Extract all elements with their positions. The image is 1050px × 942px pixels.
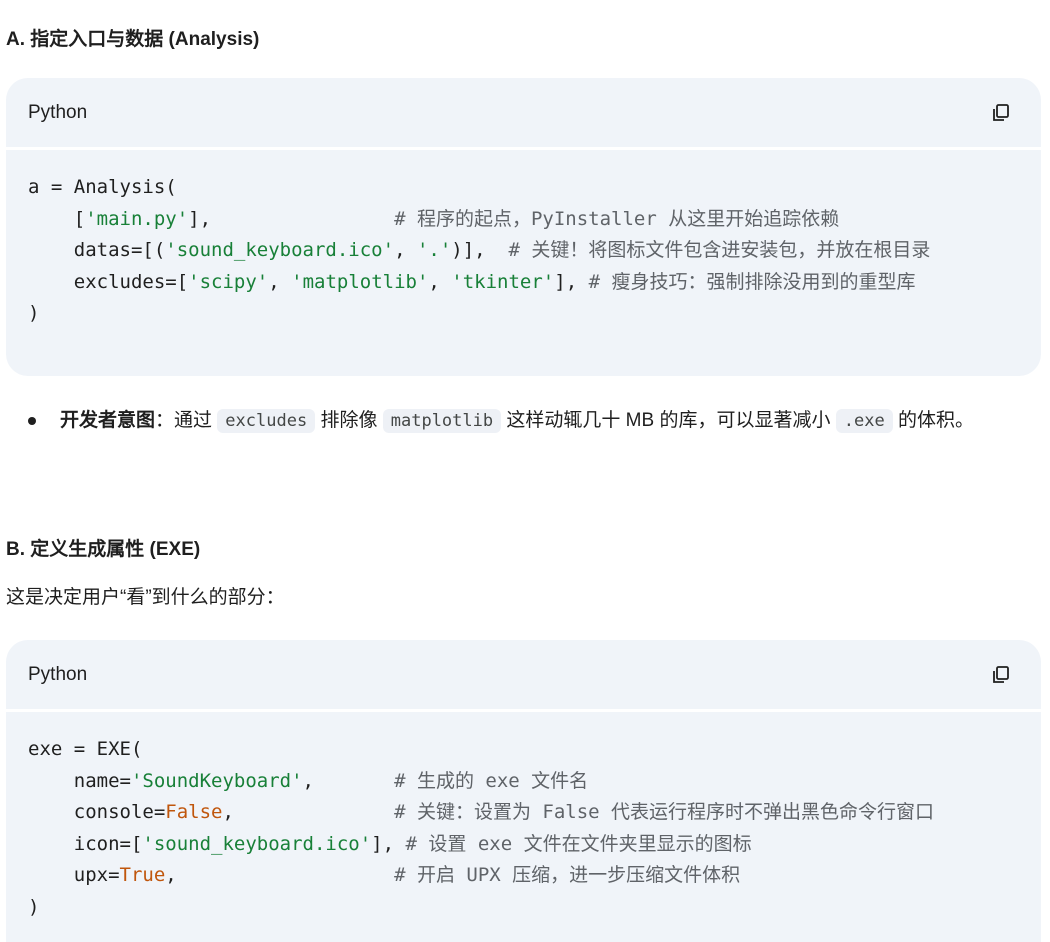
code-language-label: Python — [28, 663, 88, 685]
code-token: ) — [28, 895, 40, 918]
code-token: # 瘦身技巧：强制排除没用到的重型库 — [588, 270, 916, 293]
code-token: # 关键：设置为 False 代表运行程序时不弹出黑色命令行窗口 — [394, 801, 935, 823]
code-block-header: Python — [6, 78, 1041, 150]
code-token: # 设置 exe 文件在文件夹里显示的图标 — [405, 832, 752, 855]
code-token: # 关键！将图标文件包含进安装包，并放在根目录 — [508, 239, 931, 261]
code-token: '.' — [416, 239, 452, 261]
code-token: # 程序的起点，PyInstaller 从这里开始追踪依赖 — [394, 207, 840, 230]
code-token: , — [302, 769, 395, 792]
section-b-heading: B. 定义生成属性 (EXE) — [6, 539, 201, 560]
code-token: , — [268, 270, 292, 293]
bullet-text: 开发者意图：通过 excludes 排除像 matplotlib 这样动辄几十 … — [60, 400, 1028, 442]
code-token: , — [394, 239, 417, 261]
code-token: exe = EXE( — [28, 738, 143, 760]
code-token: True — [119, 864, 166, 886]
code-token: 'matplotlib' — [291, 270, 429, 293]
code-token: [ — [28, 207, 86, 230]
code-language-label: Python — [28, 101, 88, 123]
bullet-text-part: 排除像 — [315, 410, 383, 431]
code-body: exe = EXE( name='SoundKeyboard', # 生成的 e… — [6, 712, 1041, 923]
code-token: datas=[( — [28, 239, 166, 261]
code-token: console= — [28, 801, 166, 823]
code-block-exe: Python exe = EXE( name='SoundKeyboard', … — [6, 640, 1041, 942]
copy-button[interactable] — [989, 663, 1013, 687]
code-content[interactable]: exe = EXE( name='SoundKeyboard', # 生成的 e… — [28, 734, 1019, 923]
code-token: ], — [554, 270, 589, 293]
code-body: a = Analysis( ['main.py'], # 程序的起点，PyIns… — [6, 150, 1041, 330]
code-token: 'main.py' — [85, 207, 189, 230]
code-token: 'tkinter' — [451, 270, 555, 293]
inline-code-exe: .exe — [835, 409, 893, 433]
inline-code-matplotlib: matplotlib — [382, 409, 502, 433]
code-token: , — [428, 270, 452, 293]
bullet-text-part: ：通过 — [155, 410, 218, 431]
code-token: name= — [28, 769, 131, 792]
code-token: icon=[ — [28, 832, 143, 855]
code-token: 'sound_keyboard.ico' — [142, 832, 372, 855]
bullet-text-part: 这样动辄几十 MB 的库，可以显著减小 — [501, 410, 836, 431]
code-token: ], — [371, 832, 406, 855]
code-token: , — [165, 864, 395, 886]
bullet-dot — [28, 417, 36, 425]
code-token: 'SoundKeyboard' — [130, 769, 303, 792]
code-token: ], — [188, 207, 395, 230]
section-a-heading: A. 指定入口与数据 (Analysis) — [6, 29, 260, 50]
code-token: upx= — [28, 864, 120, 886]
code-block-header: Python — [6, 640, 1041, 712]
code-token: , — [222, 801, 395, 823]
copy-icon — [993, 103, 1009, 121]
list-item: 开发者意图：通过 excludes 排除像 matplotlib 这样动辄几十 … — [28, 400, 1028, 442]
code-token: 'scipy' — [188, 270, 269, 293]
bullet-bold-label: 开发者意图 — [60, 410, 156, 431]
code-token: # 生成的 exe 文件名 — [394, 769, 589, 792]
code-token: False — [165, 801, 223, 823]
code-token: excludes=[ — [28, 270, 189, 293]
code-token: 'sound_keyboard.ico' — [165, 239, 395, 261]
copy-icon — [993, 665, 1009, 683]
inline-code-excludes: excludes — [217, 409, 316, 433]
code-block-analysis: Python a = Analysis( ['main.py'], # 程序的起… — [6, 78, 1041, 376]
bullet-text-part: 的体积。 — [892, 410, 974, 431]
code-token: ) — [28, 302, 40, 324]
code-token: a = Analysis( — [28, 176, 177, 198]
section-b-intro: 这是决定用户“看”到什么的部分： — [6, 587, 285, 608]
code-content[interactable]: a = Analysis( ['main.py'], # 程序的起点，PyIns… — [28, 172, 1019, 330]
copy-button[interactable] — [989, 101, 1013, 125]
code-token: )], — [451, 239, 509, 261]
code-token: # 开启 UPX 压缩，进一步压缩文件体积 — [394, 864, 741, 886]
